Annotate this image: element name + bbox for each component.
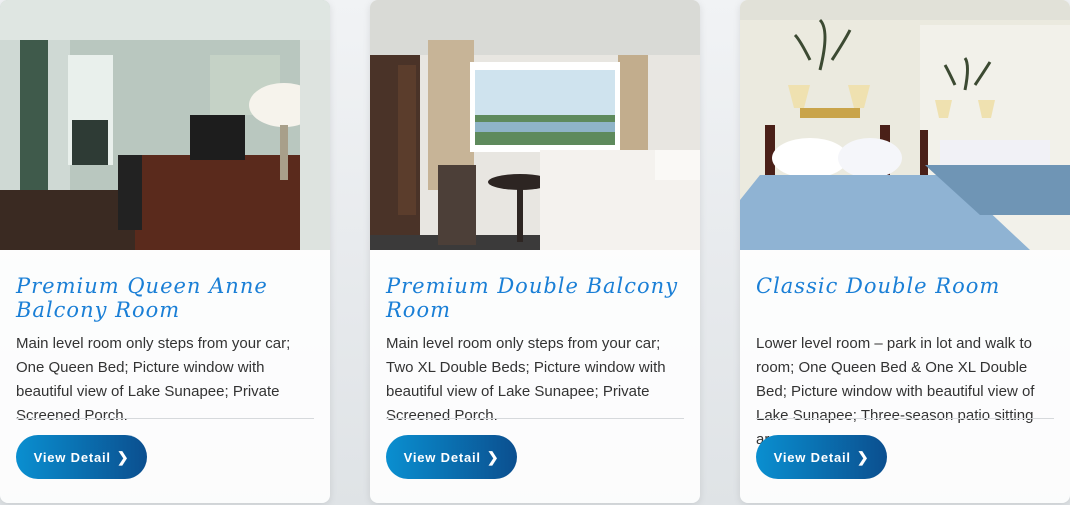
- card-divider: [16, 418, 314, 419]
- room-photo-image: [370, 0, 700, 250]
- room-photo[interactable]: [0, 0, 330, 250]
- room-photo[interactable]: [370, 0, 700, 250]
- room-photo[interactable]: [740, 0, 1070, 250]
- view-detail-label: View Detail: [773, 449, 851, 465]
- room-title[interactable]: Premium Queen Anne Balcony Room: [16, 274, 314, 322]
- view-detail-button[interactable]: View Detail ❯: [386, 435, 517, 479]
- room-card-classic-double: Classic Double Room Lower level room – p…: [740, 0, 1070, 503]
- view-detail-label: View Detail: [403, 449, 481, 465]
- room-card-queen-anne: Premium Queen Anne Balcony Room Main lev…: [0, 0, 330, 503]
- card-divider: [386, 418, 684, 419]
- room-cards-section: Premium Queen Anne Balcony Room Main lev…: [0, 0, 1070, 505]
- card-divider: [756, 418, 1054, 419]
- chevron-right-icon: ❯: [856, 449, 870, 465]
- room-description: Main level room only steps from your car…: [16, 335, 291, 424]
- room-title[interactable]: Premium Double Balcony Room: [386, 274, 684, 322]
- chevron-right-icon: ❯: [486, 449, 500, 465]
- view-detail-label: View Detail: [33, 449, 111, 465]
- view-detail-button[interactable]: View Detail ❯: [756, 435, 887, 479]
- room-description: Lower level room – park in lot and walk …: [756, 335, 1035, 448]
- room-photo-image: [0, 0, 330, 250]
- view-detail-button[interactable]: View Detail ❯: [16, 435, 147, 479]
- chevron-right-icon: ❯: [116, 449, 130, 465]
- room-title[interactable]: Classic Double Room: [756, 274, 1054, 322]
- room-description: Main level room only steps from your car…: [386, 335, 666, 424]
- room-card-double-balcony: Premium Double Balcony Room Main level r…: [370, 0, 700, 503]
- room-photo-image: [740, 0, 1070, 250]
